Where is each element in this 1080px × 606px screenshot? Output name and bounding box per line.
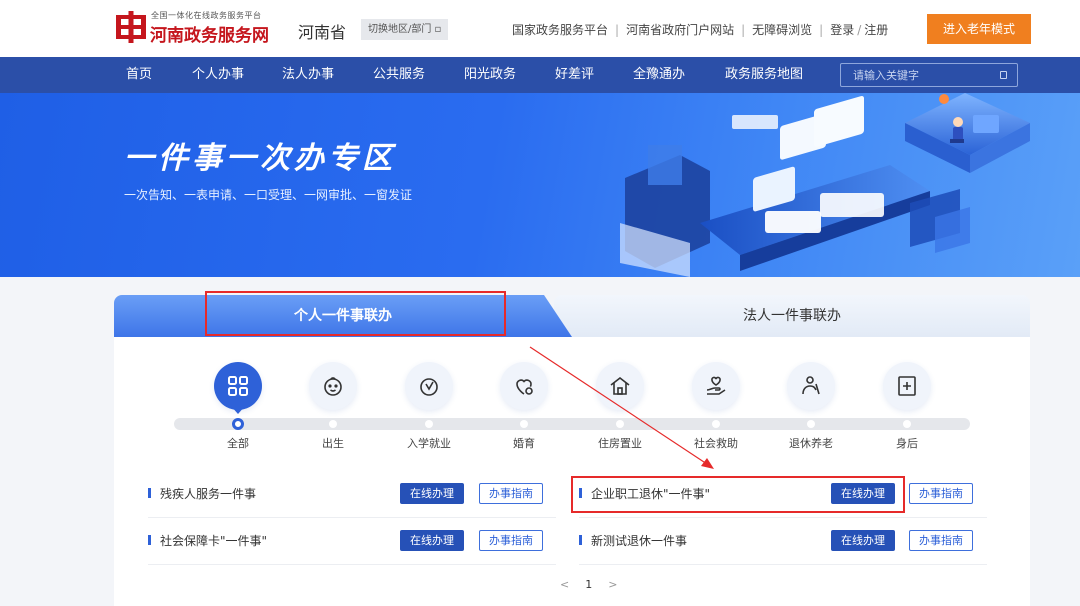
register-link[interactable]: 注册 [864, 23, 888, 37]
category-label: 身后 [896, 437, 918, 450]
login-link[interactable]: 登录 [830, 23, 854, 37]
switch-region-button[interactable]: 切换地区/部门 ▫ [361, 19, 449, 40]
service-name[interactable]: 社会保障卡"一件事" [160, 532, 267, 549]
hero-banner: 一件事一次办专区 一次告知、一表申请、一口受理、一网审批、一窗发证 [0, 93, 1080, 277]
hand-heart-icon [706, 376, 726, 395]
banner-illustration [620, 93, 1030, 277]
house-icon [610, 376, 630, 395]
nav-personal[interactable]: 个人办事 [192, 57, 244, 93]
category-dot [807, 420, 815, 428]
top-links: 国家政务服务平台 | 河南省政府门户网站 | 无障碍浏览 | 登录 / 注册 [512, 23, 889, 37]
page-number[interactable]: 1 [585, 578, 592, 591]
service-row: 社会保障卡"一件事" 在线办理 办事指南 [148, 518, 556, 565]
category-label: 入学就业 [407, 437, 451, 450]
annotation-box-service [571, 476, 905, 513]
nav-corporate[interactable]: 法人办事 [282, 57, 334, 93]
nav-public-service[interactable]: 公共服务 [373, 57, 425, 93]
guide-button[interactable]: 办事指南 [479, 530, 543, 551]
guide-button[interactable]: 办事指南 [909, 530, 973, 551]
category-dot [425, 420, 433, 428]
province-label: 河南省 [298, 23, 347, 42]
category-label: 出生 [322, 437, 344, 450]
category-label: 住房置业 [598, 437, 642, 450]
online-apply-button[interactable]: 在线办理 [400, 483, 464, 504]
category-dot [903, 420, 911, 428]
category-dot [520, 420, 528, 428]
category-dot [329, 420, 337, 428]
service-name[interactable]: 残疾人服务一件事 [160, 485, 256, 502]
category-label: 婚育 [513, 437, 535, 450]
logo-title[interactable]: 河南政务服务网 [150, 21, 269, 46]
search-icon[interactable] [1000, 71, 1007, 79]
main-nav: 首页 个人办事 法人办事 公共服务 阳光政务 好差评 全豫通办 政务服务地图 [0, 57, 1080, 93]
logo-subtitle: 全国一体化在线政务服务平台 [151, 11, 262, 20]
link-henan-portal[interactable]: 河南省政府门户网站 [626, 23, 734, 37]
elder-mode-button[interactable]: 进入老年模式 [927, 14, 1031, 44]
grid-icon [228, 376, 248, 396]
online-apply-button[interactable]: 在线办理 [831, 530, 895, 551]
tab-corporate[interactable]: 法人一件事联办 [554, 295, 1030, 337]
guide-button[interactable]: 办事指南 [909, 483, 973, 504]
category-label: 退休养老 [789, 437, 833, 450]
category-label: 全部 [227, 437, 249, 450]
plus-box-icon [898, 376, 916, 396]
heart-icon [516, 379, 533, 395]
category-track [174, 418, 970, 430]
category-dot [712, 420, 720, 428]
category-dot [616, 420, 624, 428]
category-dot [232, 418, 244, 430]
nav-province-wide[interactable]: 全豫通办 [633, 57, 685, 93]
logo-icon [116, 11, 146, 43]
search-box [840, 63, 1018, 87]
service-name[interactable]: 新测试退休一件事 [591, 532, 687, 549]
category-label: 社会救助 [694, 437, 738, 450]
next-page-button[interactable]: > [608, 578, 617, 591]
pagination: <1 > [560, 578, 633, 591]
nav-service-map[interactable]: 政务服务地图 [725, 57, 803, 93]
nav-sunshine-gov[interactable]: 阳光政务 [464, 57, 516, 93]
elder-icon [802, 376, 820, 395]
search-input[interactable] [841, 64, 991, 87]
guide-button[interactable]: 办事指南 [479, 483, 543, 504]
annotation-box-tab [205, 291, 506, 336]
service-row: 新测试退休一件事 在线办理 办事指南 [579, 518, 987, 565]
nav-rating[interactable]: 好差评 [555, 57, 594, 93]
site-header: 全国一体化在线政务服务平台 河南政务服务网 河南省 切换地区/部门 ▫ 国家政务… [0, 0, 1080, 57]
medal-icon [420, 378, 438, 396]
online-apply-button[interactable]: 在线办理 [400, 530, 464, 551]
nav-home[interactable]: 首页 [126, 57, 152, 93]
service-row: 残疾人服务一件事 在线办理 办事指南 [148, 471, 556, 518]
prev-page-button[interactable]: < [560, 578, 569, 591]
baby-icon [324, 377, 342, 396]
link-accessibility[interactable]: 无障碍浏览 [752, 23, 812, 37]
link-national-platform[interactable]: 国家政务服务平台 [512, 23, 608, 37]
